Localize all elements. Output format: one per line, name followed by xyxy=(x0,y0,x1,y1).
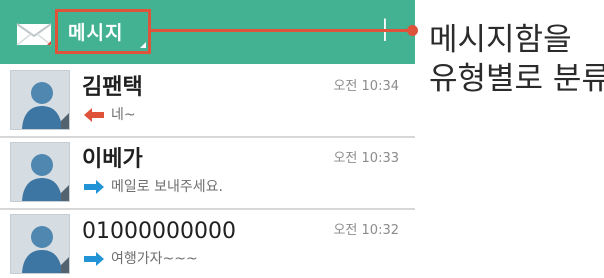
message-list-item[interactable]: 김팬택 오전 10:34 네~ xyxy=(0,66,415,136)
avatar xyxy=(10,142,70,202)
person-icon xyxy=(11,71,69,129)
person-icon xyxy=(11,215,69,273)
sender-name: 01000000000 xyxy=(82,219,236,244)
preview-text: 메일로 보내주세요. xyxy=(111,179,223,195)
message-preview: 여행가자~~~ xyxy=(82,249,198,269)
avatar xyxy=(10,214,70,274)
message-time: 오전 10:33 xyxy=(333,151,399,166)
annotation-text: 메시지함을 유형별로 분류 xyxy=(429,21,604,99)
preview-text: 여행가자~~~ xyxy=(111,251,198,267)
sender-name: 이베가 xyxy=(82,147,143,172)
app-header: 메시지 + xyxy=(0,0,415,64)
outgoing-arrow-icon xyxy=(84,252,104,266)
message-time: 오전 10:34 xyxy=(333,79,399,94)
preview-text: 네~ xyxy=(111,107,136,123)
message-list-item[interactable]: 01000000000 오전 10:32 여행가자~~~ xyxy=(0,210,415,278)
folder-filter-highlight xyxy=(55,9,151,54)
message-preview: 메일로 보내주세요. xyxy=(82,177,223,197)
message-preview: 네~ xyxy=(82,105,136,125)
callout-line xyxy=(150,29,412,32)
screenshot-root: 메시지 + 김팬택 오전 10:34 네~ 이베가 오전 10:33 메일로 보… xyxy=(0,0,604,278)
message-time: 오전 10:32 xyxy=(333,223,399,238)
annotation-line-1: 메시지함을 xyxy=(429,22,572,58)
incoming-arrow-icon xyxy=(84,108,104,122)
callout-dot xyxy=(407,25,418,36)
annotation-line-2: 유형별로 분류 xyxy=(429,61,604,97)
person-icon xyxy=(11,143,69,201)
messages-app: 메시지 + 김팬택 오전 10:34 네~ 이베가 오전 10:33 메일로 보… xyxy=(0,0,415,278)
envelope-icon xyxy=(16,23,52,46)
avatar xyxy=(10,70,70,130)
sender-name: 김팬택 xyxy=(82,75,143,100)
outgoing-arrow-icon xyxy=(84,180,104,194)
message-list-item[interactable]: 이베가 오전 10:33 메일로 보내주세요. xyxy=(0,138,415,208)
dropdown-indicator-icon xyxy=(140,42,146,48)
